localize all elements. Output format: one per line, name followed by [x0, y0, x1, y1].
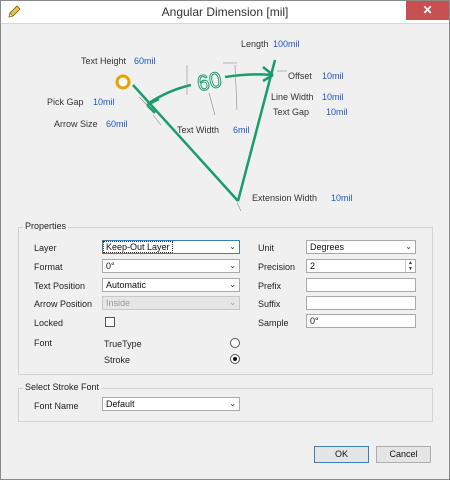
text-position-dropdown[interactable]: Automatic ⌄ — [102, 278, 240, 292]
pick-gap-label: Pick Gap — [47, 97, 84, 107]
text-gap-value: 10mil — [326, 107, 348, 117]
arrow-size-guide — [152, 114, 162, 126]
layer-value: Keep-Out Layer — [103, 241, 173, 253]
arrow-position-dropdown[interactable]: Inside ⌄ — [102, 296, 240, 310]
dialog-window: Angular Dimension [mil] ✕ 60 Text Height… — [0, 0, 450, 480]
stroke-label: Stroke — [104, 355, 131, 365]
arrow-position-label: Arrow Position — [34, 299, 93, 309]
pick-gap-value: 10mil — [93, 97, 115, 107]
suffix-input[interactable] — [306, 296, 416, 310]
locked-checkbox[interactable] — [105, 317, 115, 327]
truetype-label: TrueType — [104, 339, 142, 349]
unit-label: Unit — [258, 243, 275, 253]
arrow-size-value: 60mil — [106, 119, 128, 129]
text-height-value: 60mil — [134, 56, 156, 66]
dimension-arc-right — [224, 73, 274, 79]
unit-value: Degrees — [310, 242, 345, 252]
text-gap-guide — [234, 64, 238, 111]
chevron-down-icon: ⌄ — [229, 298, 236, 307]
suffix-label: Suffix — [258, 299, 281, 309]
spin-buttons[interactable]: ▲ ▼ — [405, 260, 415, 272]
length-label: Length — [241, 39, 269, 49]
chevron-down-icon: ⌄ — [405, 242, 412, 251]
layer-label: Layer — [34, 243, 57, 253]
ok-button[interactable]: OK — [314, 446, 369, 463]
format-dropdown[interactable]: 0° ⌄ — [102, 259, 240, 273]
chevron-down-icon: ⌄ — [229, 399, 236, 408]
format-value: 0° — [106, 261, 115, 271]
format-label: Format — [34, 262, 63, 272]
close-icon: ✕ — [422, 3, 433, 17]
sample-label: Sample — [258, 318, 289, 328]
sample-value: 0° — [310, 316, 319, 326]
precision-stepper[interactable]: 2 ▲ ▼ — [306, 259, 416, 273]
close-button[interactable]: ✕ — [406, 1, 449, 20]
stroke-font-title: Select Stroke Font — [23, 382, 102, 392]
text-width-value: 6mil — [233, 125, 250, 135]
arrow-position-value: Inside — [106, 298, 131, 308]
chevron-down-icon: ⌄ — [229, 280, 236, 289]
spin-down-icon[interactable]: ▼ — [406, 266, 415, 272]
text-gap-label: Text Gap — [273, 107, 310, 117]
unit-dropdown[interactable]: Degrees ⌄ — [306, 240, 416, 254]
length-value: 100mil — [273, 39, 300, 49]
cancel-button[interactable]: Cancel — [376, 446, 431, 463]
origin-marker-icon — [115, 74, 131, 90]
truetype-radio[interactable] — [230, 338, 240, 348]
extension-width-label: Extension Width — [252, 193, 318, 203]
window-title: Angular Dimension [mil] — [161, 5, 289, 19]
font-name-dropdown[interactable]: Default ⌄ — [102, 397, 240, 411]
chevron-down-icon: ⌄ — [229, 242, 236, 251]
precision-value: 2 — [310, 261, 316, 271]
font-name-value: Default — [106, 399, 135, 409]
offset-value: 10mil — [322, 71, 344, 81]
dimension-diagram: 60 Text Height 60mil Length 100mil Offse… — [9, 25, 441, 215]
text-height-label: Text Height — [81, 56, 127, 66]
prefix-input[interactable] — [306, 278, 416, 292]
locked-label: Locked — [34, 318, 64, 328]
line-width-label: Line Width — [271, 92, 314, 102]
arrow-size-label: Arrow Size — [54, 119, 98, 129]
font-label: Font — [34, 338, 53, 348]
sample-dimension-text: 60 — [195, 67, 224, 97]
offset-label: Offset — [288, 71, 312, 81]
text-width-guide — [208, 92, 216, 116]
precision-label: Precision — [258, 262, 296, 272]
extension-width-value: 10mil — [331, 193, 353, 203]
text-position-value: Automatic — [106, 280, 147, 290]
text-width-label: Text Width — [177, 125, 220, 135]
chevron-down-icon: ⌄ — [229, 261, 236, 270]
extension-width-guide — [236, 202, 242, 212]
font-name-label: Font Name — [34, 401, 79, 411]
stroke-radio[interactable] — [230, 354, 240, 364]
text-position-label: Text Position — [34, 281, 86, 291]
properties-title: Properties — [23, 221, 69, 231]
prefix-label: Prefix — [258, 281, 282, 291]
sample-input[interactable]: 0° — [306, 314, 416, 328]
layer-dropdown[interactable]: Keep-Out Layer ⌄ — [102, 240, 240, 254]
title-bar: Angular Dimension [mil] ✕ — [1, 1, 449, 24]
line-width-value: 10mil — [322, 92, 344, 102]
